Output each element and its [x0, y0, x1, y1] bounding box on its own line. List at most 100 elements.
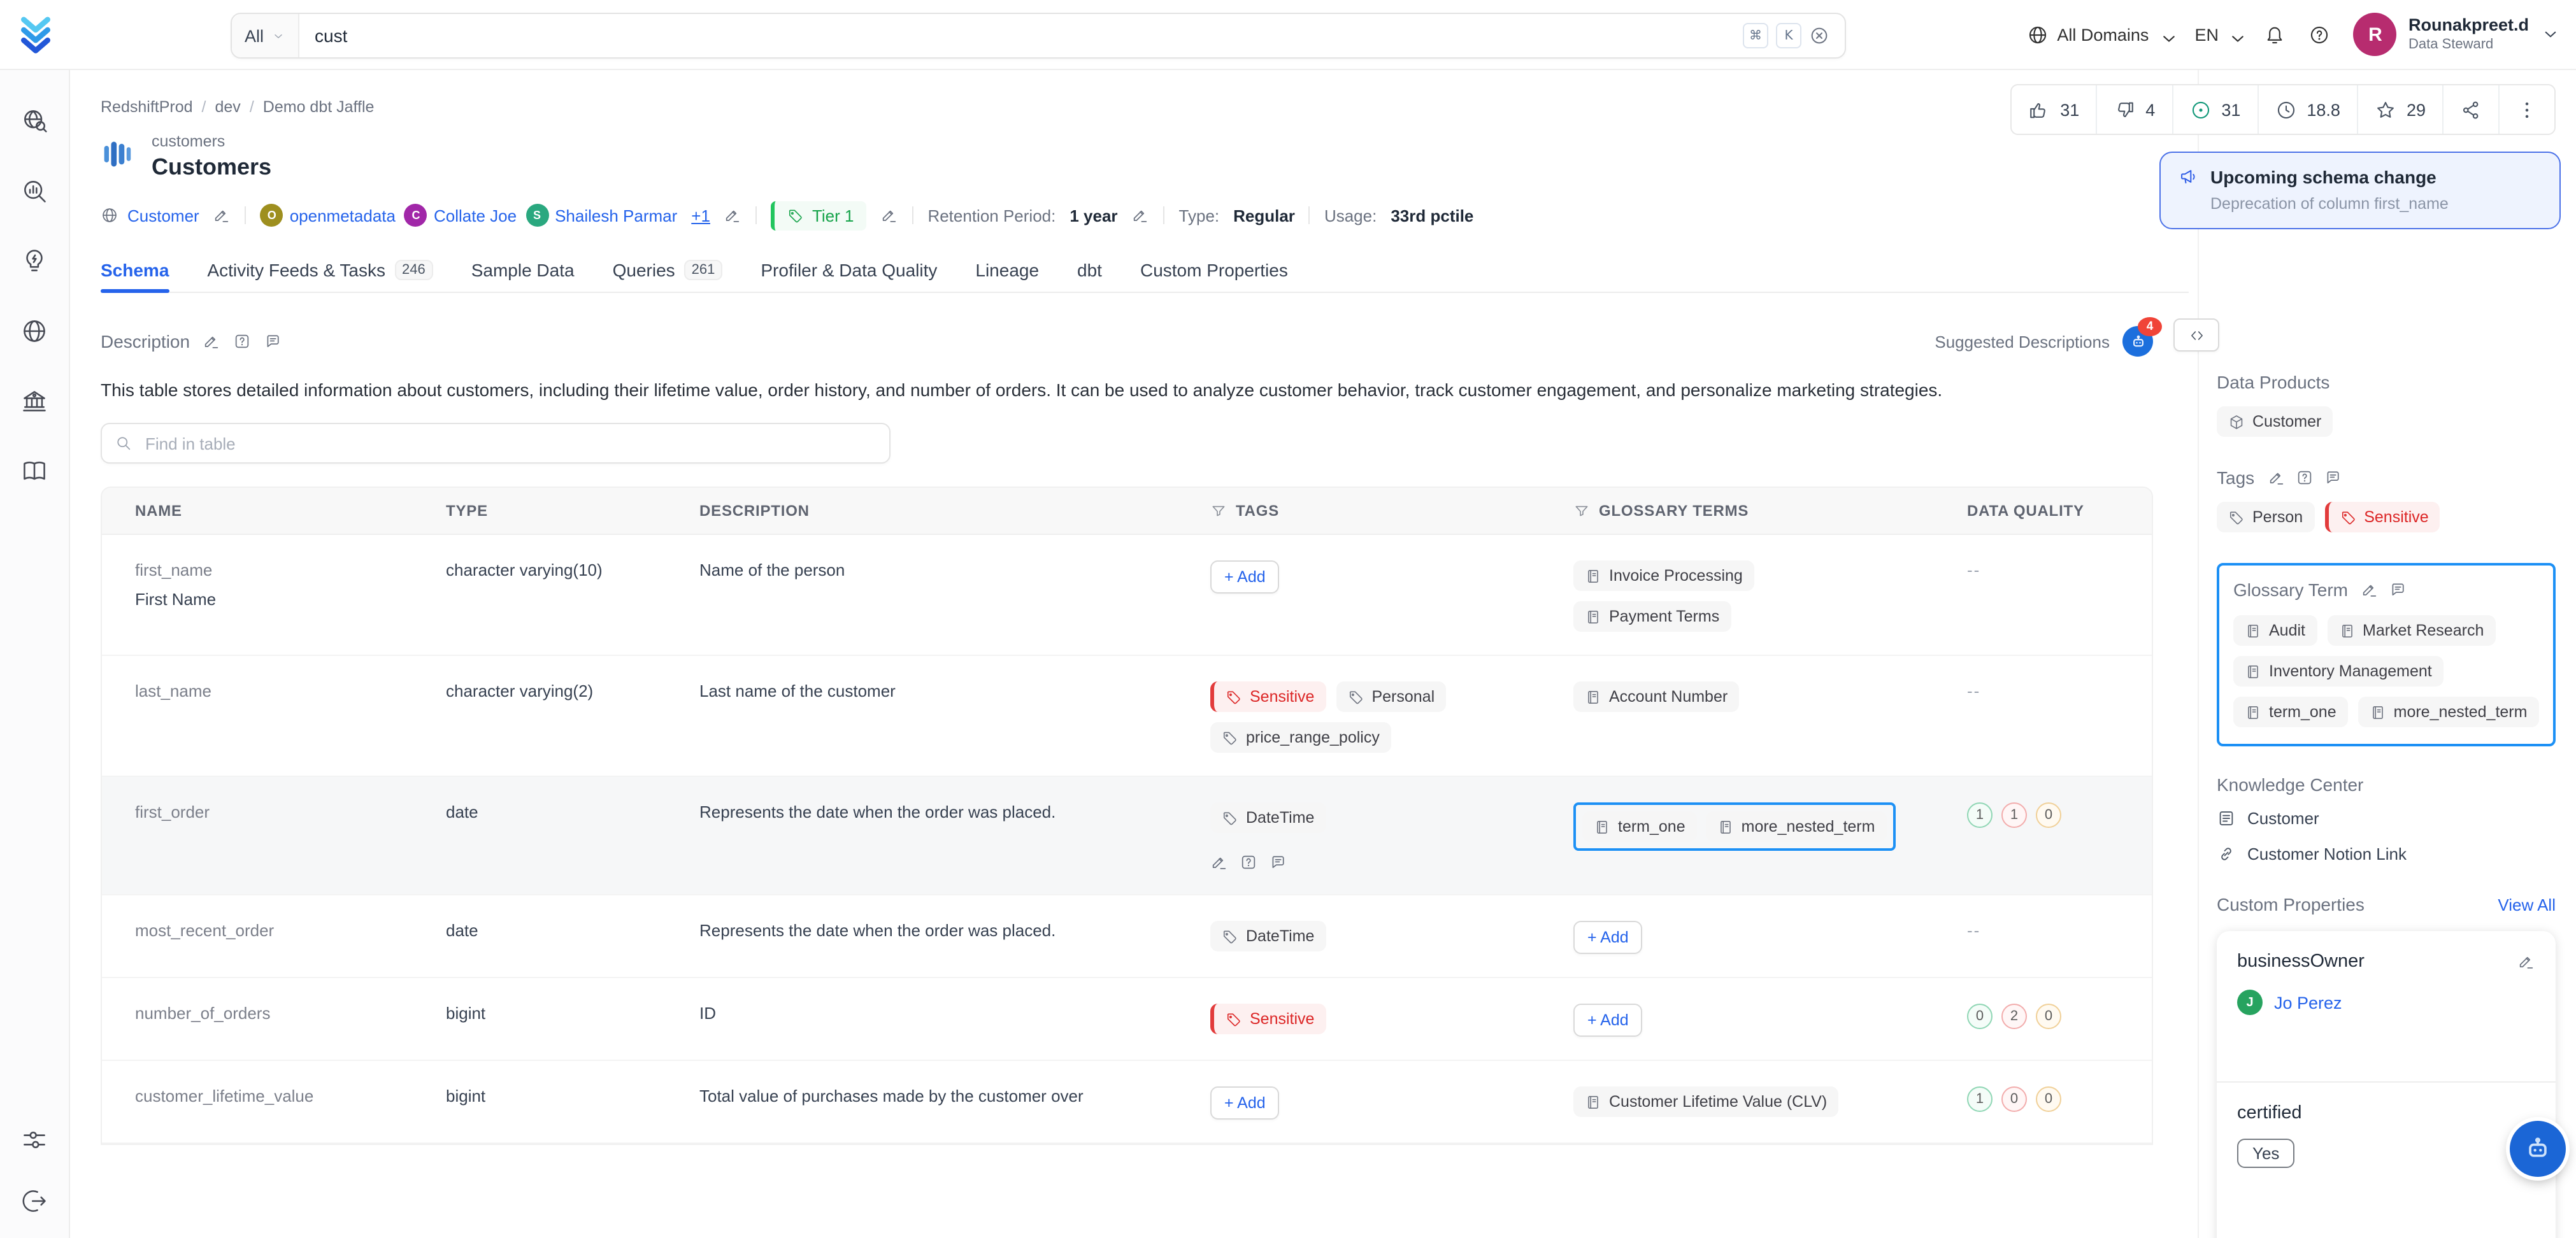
tab-activity-feeds-tasks[interactable]: Activity Feeds & Tasks 246 — [207, 260, 433, 292]
tab-dbt[interactable]: dbt — [1077, 260, 1102, 292]
notifications-bell-icon[interactable] — [2265, 24, 2286, 45]
edit-owners-icon[interactable] — [724, 206, 742, 224]
tag-chip[interactable]: Account Number — [1573, 681, 1740, 713]
tag-chip[interactable]: price_range_policy — [1210, 722, 1391, 753]
tab-queries[interactable]: Queries 261 — [613, 260, 723, 292]
table-row[interactable]: first_name First Name character varying(10… — [102, 535, 2152, 657]
tag-chip[interactable]: Audit — [2233, 615, 2317, 646]
tag-chip[interactable]: Sensitive — [1210, 681, 1326, 713]
edit-retention-icon[interactable] — [1132, 206, 1150, 224]
table-row[interactable]: last_name character varying(2) Last name o… — [102, 656, 2152, 778]
request-description-icon[interactable] — [233, 332, 251, 350]
edit-tier-icon[interactable] — [880, 206, 898, 224]
edit-tags-icon[interactable] — [1210, 854, 1228, 872]
business-owner-link[interactable]: Jo Perez — [2274, 993, 2342, 1012]
tag-chip[interactable]: Market Research — [2327, 615, 2496, 646]
tab-lineage[interactable]: Lineage — [975, 260, 1039, 292]
request-tags-icon[interactable] — [2295, 469, 2313, 487]
help-icon[interactable] — [2309, 24, 2331, 45]
add-button[interactable]: + Add — [1573, 921, 1643, 955]
tag-chip[interactable]: Invoice Processing — [1573, 560, 1754, 592]
tag-chip[interactable]: term_one — [1582, 811, 1697, 843]
filter-funnel-icon[interactable] — [1573, 503, 1590, 520]
edit-glossary-icon[interactable] — [2361, 581, 2379, 599]
tag-chip[interactable]: Customer — [2217, 406, 2333, 437]
settings-sliders-icon[interactable] — [20, 1126, 48, 1154]
table-row[interactable]: most_recent_order date Represents the date… — [102, 895, 2152, 979]
owner-item[interactable]: C Collate Joe — [404, 204, 517, 227]
stat-thumbs-down[interactable]: 4 — [2097, 85, 2173, 134]
filter-funnel-icon[interactable] — [1210, 503, 1227, 520]
tag-chip[interactable]: Customer Lifetime Value (CLV) — [1573, 1086, 1839, 1118]
stat-thumbs-up[interactable]: 31 — [2012, 85, 2098, 134]
request-tags-icon[interactable] — [1240, 854, 1257, 872]
logout-icon[interactable] — [20, 1187, 48, 1215]
glossary-conversation-icon[interactable] — [2389, 581, 2407, 599]
dq-passed-badge[interactable]: 1 — [1967, 802, 1993, 829]
tab-profiler-data-quality[interactable]: Profiler & Data Quality — [761, 260, 937, 292]
tag-chip[interactable]: Inventory Management — [2233, 656, 2444, 687]
stat-history[interactable]: 18.8 — [2258, 85, 2358, 134]
dq-failed-badge[interactable]: 0 — [2001, 1086, 2027, 1113]
tag-chip[interactable]: Sensitive — [1210, 1004, 1326, 1035]
tag-chip[interactable]: more_nested_term — [1705, 811, 1887, 843]
code-view-toggle-button[interactable] — [2173, 318, 2219, 352]
edit-description-icon[interactable] — [203, 332, 220, 350]
find-in-table-input[interactable] — [143, 432, 877, 455]
description-conversation-icon[interactable] — [264, 332, 282, 350]
domain-link[interactable]: Customer — [101, 206, 199, 225]
tier-chip[interactable]: Tier 1 — [771, 201, 867, 230]
view-all-link[interactable]: View All — [2498, 895, 2556, 914]
tag-chip[interactable]: Personal — [1336, 681, 1447, 713]
dq-passed-badge[interactable]: 0 — [1967, 1004, 1993, 1030]
search-input[interactable] — [299, 25, 1743, 46]
dq-failed-badge[interactable]: 1 — [2001, 802, 2027, 829]
edit-domain-icon[interactable] — [213, 206, 231, 224]
govern-icon[interactable] — [20, 387, 48, 415]
breadcrumb-item[interactable]: RedshiftProd — [101, 98, 193, 116]
tab-sample-data[interactable]: Sample Data — [471, 260, 575, 292]
search-scope-dropdown[interactable]: All — [232, 14, 300, 57]
dq-failed-badge[interactable]: 2 — [2001, 1004, 2027, 1030]
table-row[interactable]: number_of_orders bigint ID Sensitive + Add 0 2… — [102, 978, 2152, 1062]
learn-icon[interactable] — [20, 457, 48, 485]
stat-share[interactable] — [2444, 85, 2500, 134]
add-button[interactable]: + Add — [1573, 1004, 1643, 1037]
add-button[interactable]: + Add — [1210, 560, 1280, 594]
tab-schema[interactable]: Schema — [101, 260, 169, 293]
domains-globe-icon[interactable] — [20, 317, 48, 345]
tag-chip[interactable]: Sensitive — [2324, 502, 2440, 532]
tag-chip[interactable]: Person — [2217, 502, 2315, 532]
domains-selector[interactable]: All Domains — [2026, 24, 2175, 45]
dq-aborted-badge[interactable]: 0 — [2036, 1004, 2061, 1030]
stat-kebab[interactable] — [2500, 85, 2554, 134]
knowledge-item[interactable]: Customer Notion Link — [2217, 844, 2556, 864]
stat-task[interactable]: 31 — [2173, 85, 2259, 134]
observability-icon[interactable] — [20, 177, 48, 205]
add-button[interactable]: + Add — [1210, 1086, 1280, 1120]
ai-suggestions-button[interactable]: 4 — [2122, 317, 2162, 357]
app-logo-icon[interactable] — [17, 14, 55, 53]
dq-passed-badge[interactable]: 1 — [1967, 1086, 1993, 1113]
owner-item[interactable]: Oopenmetadata — [260, 204, 396, 227]
language-selector[interactable]: EN — [2194, 25, 2244, 44]
table-row[interactable]: first_order date Represents the date when … — [102, 777, 2152, 896]
tags-conversation-icon[interactable] — [2323, 469, 2341, 487]
chat-assistant-button[interactable] — [2510, 1121, 2566, 1177]
tag-chip[interactable]: DateTime — [1210, 802, 1326, 834]
tag-chip[interactable]: more_nested_term — [2358, 697, 2539, 727]
insights-icon[interactable] — [20, 247, 48, 275]
table-row[interactable]: customer_lifetime_value bigint Total value… — [102, 1061, 2152, 1144]
owners-more-link[interactable]: +1 — [691, 206, 710, 225]
tab-custom-properties[interactable]: Custom Properties — [1140, 260, 1288, 292]
tag-chip[interactable]: DateTime — [1210, 921, 1326, 952]
explore-icon[interactable] — [20, 107, 48, 135]
knowledge-item[interactable]: Customer — [2217, 809, 2556, 828]
dq-aborted-badge[interactable]: 0 — [2036, 802, 2061, 829]
breadcrumb-item[interactable]: Demo dbt Jaffle — [263, 98, 375, 116]
breadcrumb-item[interactable]: dev — [215, 98, 241, 116]
user-menu[interactable]: R Rounakpreet.d Data Steward — [2353, 13, 2561, 56]
dq-aborted-badge[interactable]: 0 — [2036, 1086, 2061, 1113]
announcement-banner[interactable]: Upcoming schema change Deprecation of co… — [2159, 152, 2561, 229]
stat-star[interactable]: 29 — [2358, 85, 2444, 134]
